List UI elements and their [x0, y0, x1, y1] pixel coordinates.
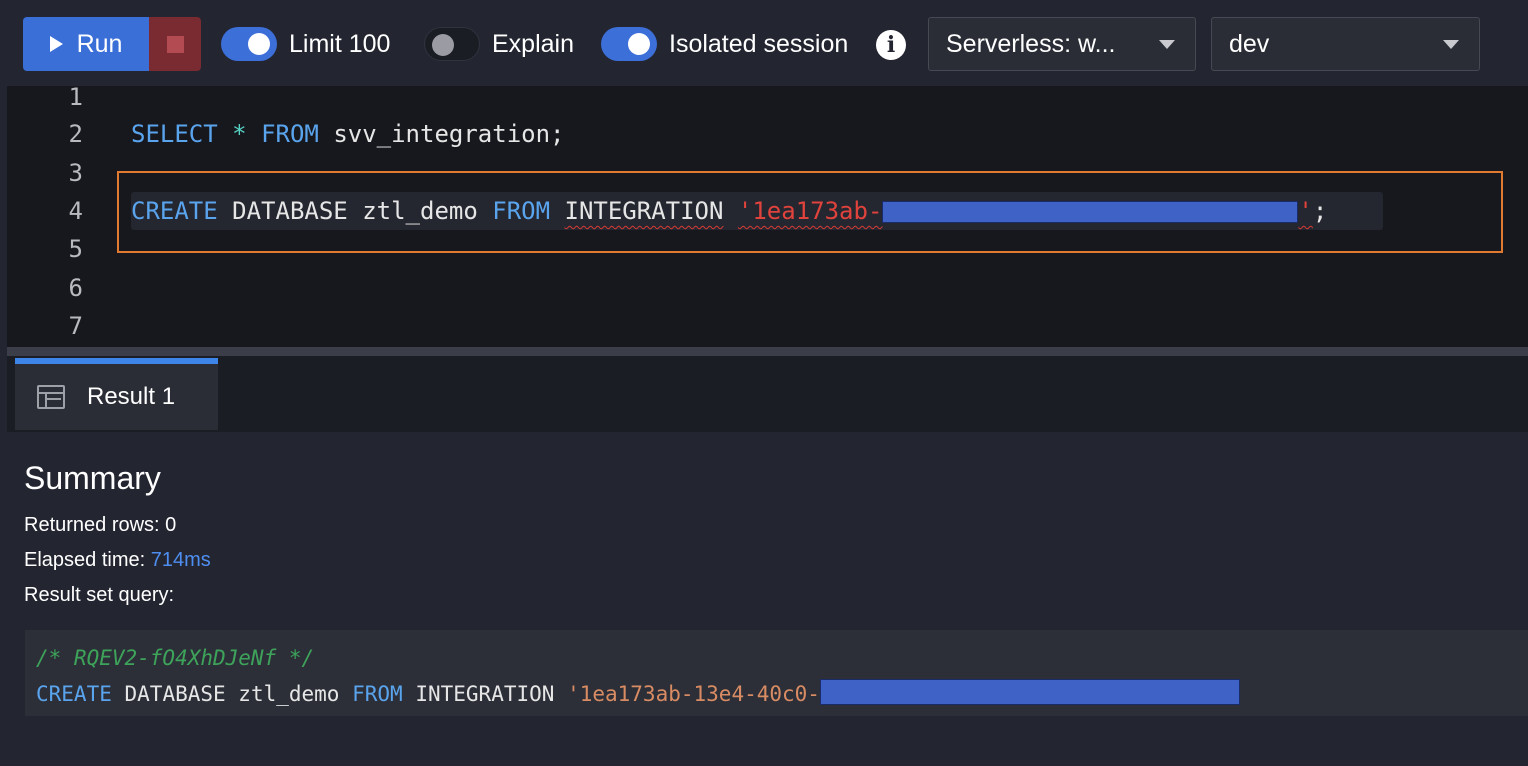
editor-line: 6: [7, 269, 1528, 307]
workgroup-select-value: Serverless: w...: [946, 29, 1116, 58]
editor-resize-handle[interactable]: [7, 347, 1528, 356]
info-icon[interactable]: i: [876, 30, 906, 60]
result-set-query-label: Result set query:: [24, 584, 175, 606]
limit-toggle-group: Limit 100: [221, 17, 390, 71]
limit-toggle-label: Limit 100: [289, 29, 391, 58]
result-tab-label: Result 1: [87, 383, 176, 410]
chevron-down-icon: [1443, 40, 1459, 49]
editor-line: 2 SELECT * FROM svv_integration;: [7, 115, 1528, 153]
run-button[interactable]: Run: [23, 17, 149, 71]
chevron-down-icon: [1159, 40, 1175, 49]
run-button-group: Run: [23, 17, 201, 71]
editor-line: 7: [7, 307, 1528, 345]
returned-rows: Returned rows: 0: [24, 514, 177, 536]
line-number: 7: [68, 312, 83, 340]
explain-toggle-group: Explain: [424, 17, 574, 71]
query-comment: /* RQEV2-fO4XhDJeNf */: [36, 646, 315, 670]
line-number: 2: [68, 120, 83, 148]
elapsed-time-value: 714ms: [150, 549, 211, 571]
stop-icon: [166, 35, 184, 53]
workgroup-select[interactable]: Serverless: w...: [928, 17, 1196, 71]
result-set-query-box: /* RQEV2-fO4XhDJeNf */ CREATE DATABASE z…: [25, 630, 1528, 716]
isolated-session-label: Isolated session: [669, 29, 849, 58]
isolated-session-toggle-group: Isolated session: [601, 17, 848, 71]
line-number: 6: [68, 274, 83, 302]
query-toolbar: Run Limit 100 Explain Isolated session i…: [0, 0, 1528, 86]
tab-result-1[interactable]: Result 1: [15, 358, 218, 430]
summary-title: Summary: [24, 460, 161, 496]
highlight-annotation-box: [117, 171, 1503, 253]
line-number: 1: [68, 83, 83, 111]
editor-line: 1: [7, 78, 1528, 116]
redacted-block: [819, 679, 1240, 705]
stop-button[interactable]: [149, 17, 201, 71]
run-button-label: Run: [76, 29, 123, 58]
result-tab-strip: [7, 356, 1528, 432]
elapsed-time: Elapsed time: 714ms: [24, 549, 211, 571]
query-text: CREATE DATABASE ztl_demo FROM INTEGRATIO…: [36, 679, 1240, 706]
isolated-session-toggle[interactable]: [601, 27, 657, 61]
database-select-value: dev: [1229, 29, 1270, 58]
line-number: 5: [68, 235, 83, 263]
line-number: 4: [68, 197, 83, 225]
explain-toggle[interactable]: [424, 27, 480, 61]
limit-toggle[interactable]: [221, 27, 277, 61]
explain-toggle-label: Explain: [492, 29, 574, 58]
play-icon: [49, 36, 63, 52]
line-number: 3: [68, 159, 83, 187]
database-select[interactable]: dev: [1211, 17, 1480, 71]
table-icon: [37, 385, 65, 409]
code-text: SELECT * FROM svv_integration;: [131, 120, 565, 148]
